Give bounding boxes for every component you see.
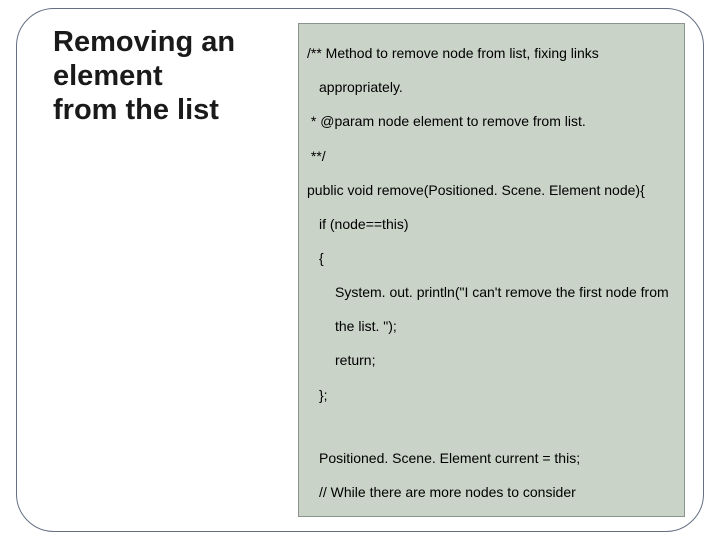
code-box: /** Method to remove node from list, fix… — [298, 23, 685, 517]
blank-line — [307, 421, 676, 433]
code-line: return; — [307, 352, 676, 369]
title-line-2: element — [53, 59, 298, 93]
slide-title: Removing an element from the list — [35, 23, 298, 128]
code-line: { — [307, 250, 676, 267]
code-line: * @param node element to remove from lis… — [307, 113, 676, 130]
code-line: Positioned. Scene. Element current = thi… — [307, 450, 676, 467]
title-line-1: Removing an — [53, 25, 298, 59]
slide: Removing an element from the list /** Me… — [0, 0, 720, 540]
code-line: /** Method to remove node from list, fix… — [307, 45, 676, 62]
slide-frame: Removing an element from the list /** Me… — [16, 8, 704, 532]
code-line: appropriately. — [307, 79, 676, 96]
code-line: the list. "); — [307, 318, 676, 335]
code-line: public void remove(Positioned. Scene. El… — [307, 182, 676, 199]
code-line: }; — [307, 387, 676, 404]
code-block: /** Method to remove node from list, fix… — [307, 28, 676, 517]
content-row: Removing an element from the list /** Me… — [35, 23, 685, 517]
title-line-3: from the list — [53, 93, 298, 127]
code-line: System. out. println("I can't remove the… — [307, 284, 676, 301]
code-line: **/ — [307, 148, 676, 165]
code-line: // While there are more nodes to conside… — [307, 484, 676, 501]
code-line: if (node==this) — [307, 216, 676, 233]
